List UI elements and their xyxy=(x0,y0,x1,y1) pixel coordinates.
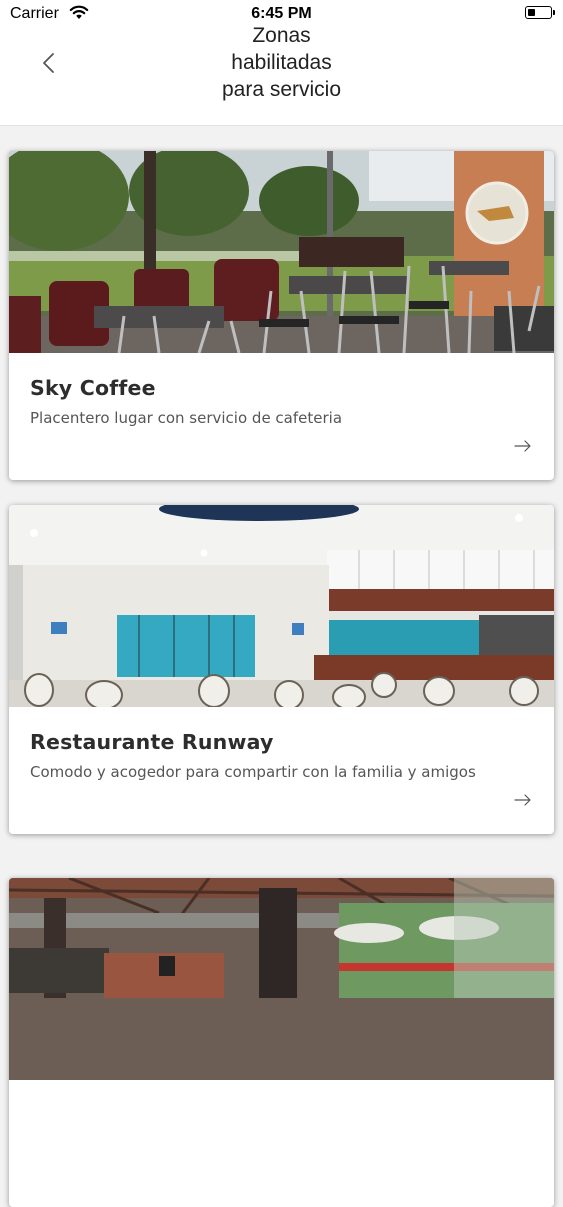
battery-icon xyxy=(525,6,555,19)
zone-card-covered-patio[interactable] xyxy=(9,878,554,1207)
page-title: Zonas habilitadas para servicio xyxy=(180,22,383,103)
page-title-line: Zonas xyxy=(252,24,311,47)
cafe-terrace-photo xyxy=(9,151,554,353)
page-title-line: para servicio xyxy=(221,78,342,101)
arrow-right-icon[interactable] xyxy=(514,792,532,806)
zone-description: Comodo y acogedor para compartir con la … xyxy=(30,763,476,781)
battery-level xyxy=(528,9,535,16)
zone-card-sky-coffee[interactable]: Sky Coffee Placentero lugar con servicio… xyxy=(9,151,554,480)
page-title-line: habilitadas xyxy=(231,51,332,74)
arrow-right-icon[interactable] xyxy=(514,438,532,452)
status-time: 6:45 PM xyxy=(251,5,312,22)
navigation-bar: Zonas habilitadas para servicio xyxy=(0,24,563,126)
zone-card-restaurante-runway[interactable]: Restaurante Runway Comodo y acogedor par… xyxy=(9,505,554,834)
chevron-left-icon[interactable] xyxy=(38,48,62,78)
zone-name: Restaurante Runway xyxy=(30,730,274,754)
zone-name: Sky Coffee xyxy=(30,376,156,400)
zone-description: Placentero lugar con servicio de cafeter… xyxy=(30,409,343,427)
restaurant-interior-photo xyxy=(9,505,554,707)
covered-patio-photo xyxy=(9,878,554,1080)
